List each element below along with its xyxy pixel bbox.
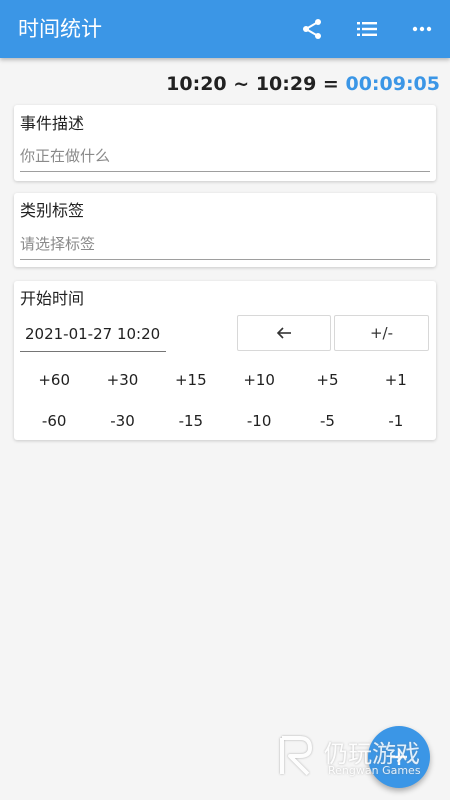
summary-equals: = <box>322 73 339 95</box>
summary-tilde: ~ <box>233 73 250 95</box>
event-label: 事件描述 <box>20 114 85 133</box>
offset-minus-5[interactable]: -5 <box>293 406 361 436</box>
plus-icon <box>391 749 407 765</box>
category-input[interactable] <box>20 229 430 260</box>
offset-minus-60[interactable]: -60 <box>20 406 88 436</box>
time-summary: 10:20 ~ 10:29 = 00:09:05 <box>166 70 440 98</box>
arrow-left-icon <box>276 327 291 339</box>
offset-minus-30[interactable]: -30 <box>88 406 156 436</box>
minus-offset-row: -60 -30 -15 -10 -5 -1 <box>20 406 430 436</box>
event-card: 事件描述 <box>14 105 436 181</box>
category-card: 类别标签 <box>14 193 436 267</box>
offset-plus-15[interactable]: +15 <box>157 365 225 395</box>
back-button[interactable] <box>237 315 331 351</box>
offset-plus-10[interactable]: +10 <box>225 365 293 395</box>
offset-minus-10[interactable]: -10 <box>225 406 293 436</box>
share-icon[interactable] <box>297 14 327 44</box>
list-icon[interactable] <box>352 14 382 44</box>
summary-duration: 00:09:05 <box>345 73 440 95</box>
category-label: 类别标签 <box>20 201 85 220</box>
summary-start: 10:20 <box>166 73 227 95</box>
more-icon[interactable] <box>407 14 437 44</box>
start-time-field[interactable]: 2021-01-27 10:20 <box>20 319 166 352</box>
offset-plus-30[interactable]: +30 <box>88 365 156 395</box>
offset-minus-1[interactable]: -1 <box>362 406 430 436</box>
add-fab-button[interactable] <box>368 726 430 788</box>
event-input[interactable] <box>20 141 430 172</box>
offset-plus-1[interactable]: +1 <box>362 365 430 395</box>
sign-toggle-button[interactable]: +/- <box>334 315 429 351</box>
offset-plus-5[interactable]: +5 <box>293 365 361 395</box>
start-time-label: 开始时间 <box>20 289 85 308</box>
summary-end: 10:29 <box>255 73 317 95</box>
app-title: 时间统计 <box>18 17 102 41</box>
plus-offset-row: +60 +30 +15 +10 +5 +1 <box>20 365 430 395</box>
app-bar: 时间统计 <box>0 0 450 58</box>
start-time-card: 开始时间 2021-01-27 10:20 +/- +60 +30 +15 +1… <box>14 281 436 440</box>
watermark-logo-icon <box>280 736 312 776</box>
offset-minus-15[interactable]: -15 <box>157 406 225 436</box>
offset-plus-60[interactable]: +60 <box>20 365 88 395</box>
